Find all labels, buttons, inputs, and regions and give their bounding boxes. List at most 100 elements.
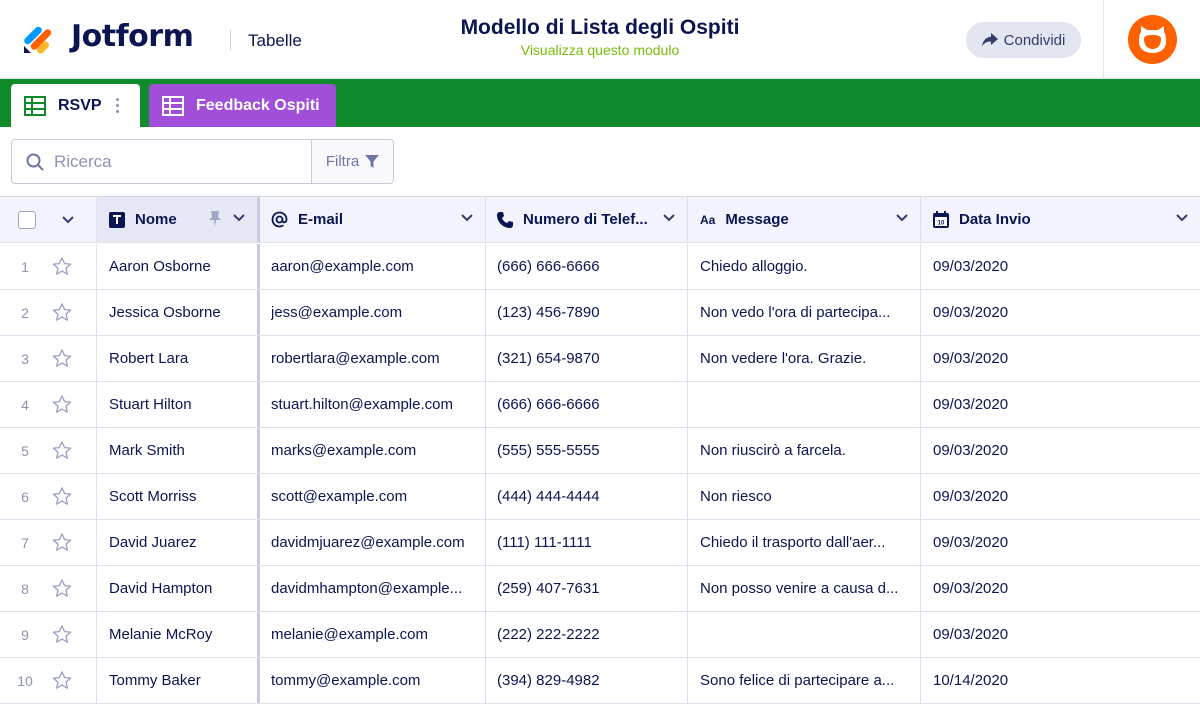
cell-phone[interactable]: (666) 666-6666 (486, 244, 688, 289)
cell-date[interactable]: 10/14/2020 (921, 658, 1200, 703)
cell-name[interactable]: Tommy Baker (97, 658, 260, 703)
cell-phone[interactable]: (444) 444-4444 (486, 474, 688, 519)
column-header-data-invio[interactable]: 10 Data Invio (921, 197, 1200, 242)
jotform-logo[interactable]: Jotform (22, 18, 194, 54)
search-input[interactable] (54, 151, 294, 172)
section-label[interactable]: Tabelle (248, 31, 302, 51)
cell-name[interactable]: Melanie McRoy (97, 612, 260, 657)
star-icon[interactable] (52, 303, 72, 322)
cell-date[interactable]: 09/03/2020 (921, 382, 1200, 427)
search-field[interactable] (12, 140, 311, 183)
table-row[interactable]: 3 Robert Lara robertlara@example.com (321) … (0, 336, 1200, 382)
cell-email[interactable]: melanie@example.com (260, 612, 486, 657)
more-options-icon[interactable] (115, 98, 119, 113)
cell-message[interactable]: Chiedo alloggio. (688, 244, 921, 289)
table-row[interactable]: 1 Aaron Osborne aaron@example.com (666) 666… (0, 244, 1200, 290)
star-icon[interactable] (52, 671, 72, 690)
chevron-down-icon[interactable] (663, 214, 675, 222)
cell-date[interactable]: 09/03/2020 (921, 428, 1200, 473)
cell-name[interactable]: David Hampton (97, 566, 260, 611)
cell-message[interactable] (688, 612, 921, 657)
cell-name[interactable]: David Juarez (97, 520, 260, 565)
column-header-nome[interactable]: Nome (97, 197, 260, 242)
cell-text: 10/14/2020 (933, 672, 1009, 689)
cell-phone[interactable]: (666) 666-6666 (486, 382, 688, 427)
star-icon[interactable] (52, 487, 72, 506)
cell-email[interactable]: davidmjuarez@example.com (260, 520, 486, 565)
table-row[interactable]: 9 Melanie McRoy melanie@example.com (222) 2… (0, 612, 1200, 658)
cell-message[interactable] (688, 382, 921, 427)
cell-name[interactable]: Scott Morriss (97, 474, 260, 519)
table-row[interactable]: 10 Tommy Baker tommy@example.com (394) 829-… (0, 658, 1200, 704)
cell-date[interactable]: 09/03/2020 (921, 612, 1200, 657)
cell-email[interactable]: marks@example.com (260, 428, 486, 473)
cell-message[interactable]: Non riuscirò a farcela. (688, 428, 921, 473)
cell-date[interactable]: 09/03/2020 (921, 520, 1200, 565)
avatar[interactable] (1128, 15, 1177, 64)
cell-email[interactable]: davidmhampton@example... (260, 566, 486, 611)
star-icon[interactable] (52, 395, 72, 414)
chevron-down-icon[interactable] (233, 214, 245, 222)
tab-feedback-ospiti[interactable]: Feedback Ospiti (149, 84, 336, 127)
cell-email[interactable]: jess@example.com (260, 290, 486, 335)
cell-phone[interactable]: (111) 111-1111 (486, 520, 688, 565)
table-row[interactable]: 4 Stuart Hilton stuart.hilton@example.com (… (0, 382, 1200, 428)
cell-date[interactable]: 09/03/2020 (921, 336, 1200, 381)
cell-date[interactable]: 09/03/2020 (921, 244, 1200, 289)
select-all-checkbox[interactable] (18, 210, 36, 229)
cell-phone[interactable]: (394) 829-4982 (486, 658, 688, 703)
share-button[interactable]: Condividi (966, 22, 1081, 58)
cell-message[interactable]: Non vedere l'ora. Grazie. (688, 336, 921, 381)
column-header-email[interactable]: E-mail (260, 197, 486, 242)
column-header-message[interactable]: Aa Message (688, 197, 921, 242)
cell-message[interactable]: Chiedo il trasporto dall'aer... (688, 520, 921, 565)
cell-text: Mark Smith (109, 442, 185, 459)
cell-email[interactable]: robertlara@example.com (260, 336, 486, 381)
star-icon[interactable] (52, 625, 72, 644)
cell-email[interactable]: scott@example.com (260, 474, 486, 519)
star-icon[interactable] (52, 579, 72, 598)
cell-phone[interactable]: (321) 654-9870 (486, 336, 688, 381)
row-number: 8 (21, 580, 29, 597)
cell-phone[interactable]: (555) 555-5555 (486, 428, 688, 473)
table-row[interactable]: 5 Mark Smith marks@example.com (555) 555-55… (0, 428, 1200, 474)
row-controls: 7 (0, 520, 97, 565)
cell-phone[interactable]: (123) 456-7890 (486, 290, 688, 335)
cell-text: (394) 829-4982 (497, 672, 600, 689)
cell-phone[interactable]: (259) 407-7631 (486, 566, 688, 611)
chevron-down-icon[interactable] (896, 214, 908, 222)
cell-phone[interactable]: (222) 222-2222 (486, 612, 688, 657)
cell-email[interactable]: aaron@example.com (260, 244, 486, 289)
table-row[interactable]: 2 Jessica Osborne jess@example.com (123) 45… (0, 290, 1200, 336)
cell-date[interactable]: 09/03/2020 (921, 566, 1200, 611)
cell-name[interactable]: Robert Lara (97, 336, 260, 381)
table-row[interactable]: 6 Scott Morriss scott@example.com (444) 444… (0, 474, 1200, 520)
chevron-down-icon[interactable] (1176, 214, 1188, 222)
column-header-phone[interactable]: Numero di Telef... (486, 197, 688, 242)
table-row[interactable]: 7 David Juarez davidmjuarez@example.com (11… (0, 520, 1200, 566)
star-icon[interactable] (52, 257, 72, 276)
cell-message[interactable]: Sono felice di partecipare a... (688, 658, 921, 703)
cell-email[interactable]: stuart.hilton@example.com (260, 382, 486, 427)
cell-name[interactable]: Jessica Osborne (97, 290, 260, 335)
cell-message[interactable]: Non riesco (688, 474, 921, 519)
cell-email[interactable]: tommy@example.com (260, 658, 486, 703)
cell-message[interactable]: Non posso venire a causa d... (688, 566, 921, 611)
cell-name[interactable]: Aaron Osborne (97, 244, 260, 289)
tab-rsvp[interactable]: RSVP (11, 84, 140, 127)
cell-text: (259) 407-7631 (497, 580, 600, 597)
chevron-down-icon[interactable] (461, 214, 473, 222)
cell-name[interactable]: Stuart Hilton (97, 382, 260, 427)
view-form-link[interactable]: Visualizza questo modulo (400, 42, 800, 58)
chevron-down-icon[interactable] (62, 215, 74, 224)
star-icon[interactable] (52, 441, 72, 460)
star-icon[interactable] (52, 349, 72, 368)
cell-date[interactable]: 09/03/2020 (921, 290, 1200, 335)
star-icon[interactable] (52, 533, 72, 552)
filter-button[interactable]: Filtra (311, 140, 393, 183)
table-row[interactable]: 8 David Hampton davidmhampton@example... (2… (0, 566, 1200, 612)
cell-date[interactable]: 09/03/2020 (921, 474, 1200, 519)
pin-icon[interactable] (209, 211, 221, 227)
cell-message[interactable]: Non vedo l'ora di partecipa... (688, 290, 921, 335)
cell-name[interactable]: Mark Smith (97, 428, 260, 473)
